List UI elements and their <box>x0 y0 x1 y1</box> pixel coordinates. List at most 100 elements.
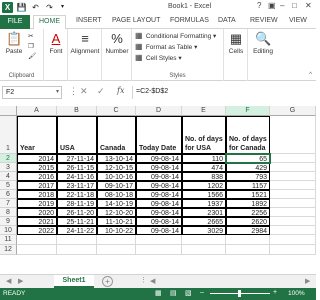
table-cell[interactable]: 12-10-15 <box>97 163 136 172</box>
tab-data[interactable]: DATA <box>218 17 236 24</box>
table-cell[interactable]: 12-10-20 <box>97 208 136 217</box>
table-cell[interactable] <box>270 163 316 172</box>
paste-button[interactable]: 📋 Paste <box>3 31 25 55</box>
maximize-icon[interactable]: □ <box>292 1 297 10</box>
table-cell[interactable] <box>97 245 136 255</box>
table-cell[interactable]: 2301 <box>182 208 226 217</box>
row-header-4[interactable]: 4 <box>0 172 17 181</box>
table-cell[interactable] <box>270 208 316 217</box>
table-cell[interactable]: 2022 <box>17 226 57 235</box>
next-sheet-icon[interactable]: ▶ <box>18 277 23 285</box>
editing-button[interactable]: 🔍 Editing <box>249 31 277 55</box>
zoom-in-icon[interactable]: + <box>273 289 277 296</box>
table-cell[interactable]: 08-10-18 <box>97 190 136 199</box>
header-cell[interactable]: No. of days for Canada <box>226 116 270 154</box>
table-cell[interactable]: 13-10-14 <box>97 154 136 163</box>
page-layout-view-icon[interactable]: ▤ <box>170 289 177 297</box>
table-cell[interactable] <box>182 235 226 245</box>
page-break-view-icon[interactable]: ▧ <box>185 289 192 297</box>
cell-styles-button[interactable]: ▦ Cell Styles ▾ <box>135 53 182 62</box>
row-header-12[interactable]: 12 <box>0 245 17 255</box>
table-cell[interactable]: 2014 <box>17 154 57 163</box>
table-cell[interactable]: 2256 <box>226 208 270 217</box>
column-header-g[interactable]: G <box>270 106 316 116</box>
tab-home[interactable]: HOME <box>33 15 66 30</box>
row-header-6[interactable]: 6 <box>0 190 17 199</box>
undo-icon[interactable]: ↶ <box>30 2 41 13</box>
table-cell[interactable] <box>136 235 182 245</box>
tab-file[interactable]: FILE <box>0 15 30 29</box>
header-cell[interactable]: No. of days for USA <box>182 116 226 154</box>
tab-insert[interactable]: INSERT <box>76 17 102 24</box>
row-header-9[interactable]: 9 <box>0 217 17 226</box>
table-cell[interactable]: 2015 <box>17 163 57 172</box>
number-button[interactable]: % Number <box>103 31 131 55</box>
table-cell[interactable]: 1937 <box>182 199 226 208</box>
table-cell[interactable]: 2984 <box>226 226 270 235</box>
table-cell[interactable]: 25-11-21 <box>57 217 97 226</box>
table-cell[interactable] <box>270 172 316 181</box>
table-cell[interactable]: 3029 <box>182 226 226 235</box>
header-cell[interactable]: USA <box>57 116 97 154</box>
table-cell[interactable]: 11-10-21 <box>97 217 136 226</box>
table-cell[interactable]: 2020 <box>17 208 57 217</box>
column-header-f[interactable]: F <box>226 106 270 116</box>
table-cell[interactable]: 14-10-19 <box>97 199 136 208</box>
table-cell[interactable] <box>270 181 316 190</box>
add-sheet-icon[interactable]: + <box>102 276 113 287</box>
table-cell[interactable]: 22-11-18 <box>57 190 97 199</box>
header-cell[interactable]: Year <box>17 116 57 154</box>
name-box[interactable]: F2 ▾ <box>2 86 62 99</box>
table-cell[interactable] <box>270 154 316 163</box>
minimize-icon[interactable]: – <box>280 1 284 10</box>
font-button[interactable]: A Font <box>46 31 66 55</box>
table-cell[interactable]: 28-11-19 <box>57 199 97 208</box>
tab-view[interactable]: VIEW <box>289 17 307 24</box>
copy-icon[interactable]: ❐ <box>28 42 34 50</box>
table-cell[interactable]: 2018 <box>17 190 57 199</box>
cells-button[interactable]: ▦ Cells <box>225 31 247 55</box>
table-cell[interactable]: 09-08-14 <box>136 217 182 226</box>
tab-page-layout[interactable]: PAGE LAYOUT <box>112 17 160 24</box>
formula-input[interactable]: =C2-$D$2 <box>132 86 316 99</box>
table-cell[interactable] <box>17 235 57 245</box>
ribbon-display-icon[interactable]: ▣ <box>268 1 276 10</box>
table-cell[interactable]: 2665 <box>182 217 226 226</box>
table-cell[interactable]: 10-10-22 <box>97 226 136 235</box>
prev-sheet-icon[interactable]: ◀ <box>6 277 11 285</box>
row-header-10[interactable]: 10 <box>0 226 17 235</box>
table-cell[interactable] <box>270 116 316 154</box>
format-painter-icon[interactable]: 🖌 <box>28 52 36 60</box>
table-cell[interactable] <box>136 245 182 255</box>
close-icon[interactable]: ✕ <box>305 1 312 10</box>
table-cell[interactable] <box>270 199 316 208</box>
table-cell[interactable] <box>270 217 316 226</box>
table-cell[interactable]: 09-08-14 <box>136 226 182 235</box>
table-cell[interactable]: 110 <box>182 154 226 163</box>
table-cell[interactable]: 1566 <box>182 190 226 199</box>
table-cell[interactable]: 10-10-16 <box>97 172 136 181</box>
table-cell[interactable]: 09-08-14 <box>136 199 182 208</box>
table-cell[interactable] <box>17 245 57 255</box>
table-cell[interactable]: 838 <box>182 172 226 181</box>
zoom-slider-thumb[interactable] <box>238 290 241 297</box>
table-cell[interactable]: 09-08-14 <box>136 163 182 172</box>
selected-cell[interactable]: 65 <box>225 153 271 164</box>
table-cell[interactable] <box>270 190 316 199</box>
row-header-7[interactable]: 7 <box>0 199 17 208</box>
tab-split-icon[interactable]: ⋮ <box>140 276 147 284</box>
column-header-a[interactable]: A <box>17 106 57 116</box>
tab-formulas[interactable]: FORMULAS <box>170 17 209 24</box>
column-header-d[interactable]: D <box>136 106 182 116</box>
table-cell[interactable] <box>182 245 226 255</box>
table-cell[interactable]: 474 <box>182 163 226 172</box>
table-cell[interactable]: 24-11-16 <box>57 172 97 181</box>
collapse-ribbon-icon[interactable]: ^ <box>309 72 312 78</box>
cancel-icon[interactable]: ✕ <box>80 86 88 97</box>
row-header-1[interactable]: 1 <box>0 116 17 154</box>
table-cell[interactable]: 1521 <box>226 190 270 199</box>
insert-function-icon[interactable]: fx <box>117 86 124 95</box>
zoom-level[interactable]: 100% <box>288 290 305 297</box>
redo-icon[interactable]: ↷ <box>44 2 55 13</box>
save-icon[interactable]: 💾 <box>16 2 27 13</box>
